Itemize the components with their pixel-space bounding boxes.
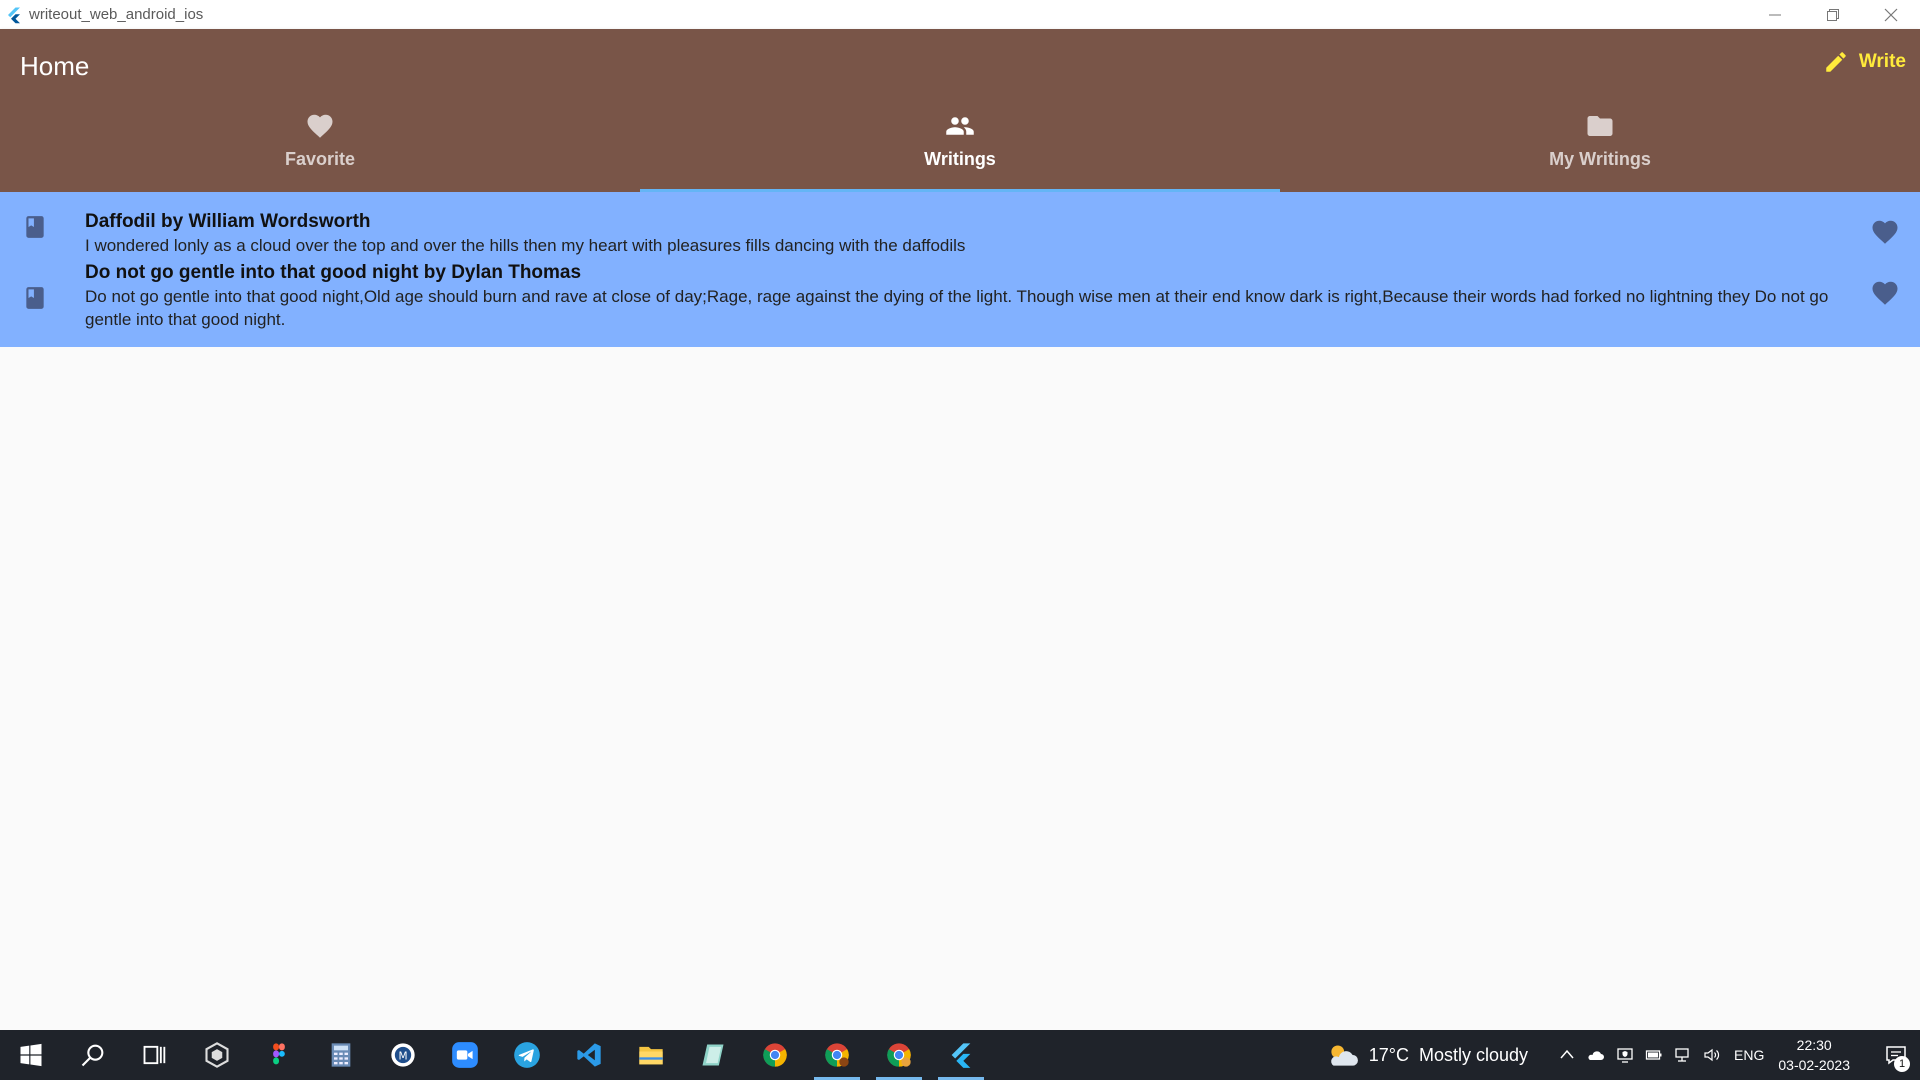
tab-favorite[interactable]: Favorite — [0, 109, 640, 192]
tab-my-writings-label: My Writings — [1549, 149, 1651, 169]
close-icon — [1884, 8, 1898, 21]
taskbar-app-mendeley[interactable]: M — [372, 1030, 434, 1080]
minimize-icon — [1769, 14, 1781, 15]
notepad-icon — [702, 1044, 724, 1066]
people-icon — [946, 117, 974, 135]
calculator-icon — [331, 1043, 351, 1067]
writing-title: Do not go gentle into that good night by… — [85, 262, 582, 283]
notification-center-button[interactable]: 1 — [1872, 1030, 1920, 1080]
app-bar: Home Write Favorite Writings My Writings — [0, 29, 1920, 192]
taskbar-app-vscode[interactable] — [558, 1030, 620, 1080]
task-view-icon — [143, 1045, 166, 1065]
clock-date: 03-02-2023 — [1778, 1057, 1850, 1073]
taskbar-app-chrome-profile-2[interactable] — [868, 1030, 930, 1080]
tab-favorite-label: Favorite — [284, 149, 356, 169]
pencil-icon — [1826, 52, 1846, 72]
weather-widget[interactable]: 17°C Mostly cloudy — [1325, 1042, 1528, 1068]
folder-icon — [639, 1046, 663, 1065]
flutter-icon — [951, 1043, 971, 1068]
minimize-button[interactable] — [1746, 0, 1804, 29]
chrome-icon — [825, 1043, 849, 1067]
figma-icon — [273, 1043, 285, 1065]
onedrive-tray[interactable] — [1581, 1030, 1610, 1080]
window-controls — [1746, 0, 1920, 29]
weather-condition: Mostly cloudy — [1418, 1044, 1529, 1065]
clock[interactable]: 22:30 03-02-2023 — [1778, 1035, 1850, 1075]
app-circle-icon: M — [391, 1043, 415, 1067]
battery-icon — [1645, 1050, 1662, 1060]
writing-title: Daffodil by William Wordsworth — [85, 211, 371, 232]
list-item[interactable]: Do not go gentle into that good night by… — [0, 261, 1920, 347]
restore-button[interactable] — [1804, 0, 1862, 29]
network-tray[interactable] — [1668, 1030, 1697, 1080]
favorite-heart-icon[interactable] — [1870, 217, 1900, 247]
tab-writings[interactable]: Writings — [640, 109, 1280, 192]
clock-time: 22:30 — [1796, 1037, 1832, 1053]
window-titlebar: writeout_web_android_ios — [0, 0, 1920, 29]
write-label: Write — [1858, 51, 1906, 72]
telegram-icon — [514, 1042, 540, 1068]
close-button[interactable] — [1862, 0, 1920, 29]
tab-bar: Favorite Writings My Writings — [0, 109, 1920, 192]
taskbar: M 17°C Mostly cloudy ENG 22:30 03-02-202… — [0, 1030, 1920, 1080]
search-icon — [81, 1044, 104, 1067]
tab-my-writings[interactable]: My Writings — [1280, 109, 1920, 192]
svg-text:M: M — [398, 1051, 407, 1063]
page-title: Home — [20, 51, 90, 81]
system-tray: 17°C Mostly cloudy ENG 22:30 03-02-2023 … — [1325, 1030, 1920, 1080]
taskbar-app-chrome-profile[interactable] — [806, 1030, 868, 1080]
chevron-up-icon — [1559, 1049, 1574, 1059]
book-icon — [26, 216, 44, 238]
heart-icon — [307, 114, 333, 138]
security-tray[interactable] — [1610, 1030, 1639, 1080]
list-item[interactable]: Daffodil by William Wordsworth I wondere… — [0, 192, 1920, 261]
chrome-icon — [887, 1043, 911, 1067]
battery-tray[interactable] — [1639, 1030, 1668, 1080]
write-button[interactable]: Write — [1823, 49, 1906, 75]
monitor-shield-icon — [1616, 1048, 1633, 1063]
taskbar-app-notes[interactable] — [682, 1030, 744, 1080]
writings-list: Daffodil by William Wordsworth I wondere… — [0, 192, 1920, 347]
cloud-icon — [1587, 1051, 1604, 1060]
favorite-heart-icon[interactable] — [1870, 278, 1900, 308]
flutter-icon — [8, 7, 20, 23]
list-item-content: Do not go gentle into that good night by… — [85, 261, 1830, 347]
tab-writings-label: Writings — [924, 149, 996, 169]
taskbar-app-chrome[interactable] — [744, 1030, 806, 1080]
volume-tray[interactable] — [1697, 1030, 1726, 1080]
taskbar-app-unity[interactable] — [186, 1030, 248, 1080]
taskbar-app-figma[interactable] — [248, 1030, 310, 1080]
list-item-content: Daffodil by William Wordsworth I wondere… — [85, 210, 965, 261]
start-button[interactable] — [0, 1030, 62, 1080]
taskbar-app-file-explorer[interactable] — [620, 1030, 682, 1080]
vscode-icon — [577, 1043, 601, 1067]
show-hidden-icons-button[interactable] — [1552, 1030, 1581, 1080]
taskbar-app-telegram[interactable] — [496, 1030, 558, 1080]
window-title: writeout_web_android_ios — [29, 6, 204, 23]
writing-excerpt: Do not go gentle into that good night,Ol… — [85, 287, 1829, 329]
task-view-button[interactable] — [124, 1030, 186, 1080]
taskbar-app-calculator[interactable] — [310, 1030, 372, 1080]
input-language[interactable]: ENG — [1734, 1047, 1764, 1063]
cloud-sun-icon — [1330, 1045, 1358, 1066]
writing-excerpt: I wondered lonly as a cloud over the top… — [85, 236, 966, 255]
restore-icon — [1827, 8, 1839, 21]
notification-count-badge: 1 — [1894, 1056, 1910, 1072]
chrome-icon — [763, 1043, 787, 1067]
speaker-icon — [1703, 1048, 1719, 1062]
search-button[interactable] — [62, 1030, 124, 1080]
windows-icon — [20, 1043, 42, 1067]
taskbar-app-zoom[interactable] — [434, 1030, 496, 1080]
weather-temp: 17°C — [1368, 1044, 1409, 1065]
taskbar-app-flutter[interactable] — [930, 1030, 992, 1080]
network-icon — [1674, 1048, 1689, 1062]
folder-icon — [1587, 116, 1613, 136]
cube-icon — [205, 1042, 229, 1068]
book-icon — [26, 287, 44, 309]
video-camera-icon — [452, 1042, 478, 1068]
